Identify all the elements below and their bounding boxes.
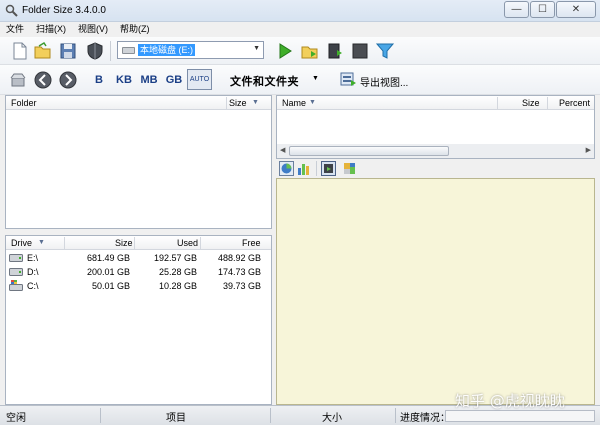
status-divider (100, 408, 101, 423)
drive-name: D:\ (27, 267, 39, 277)
name-column-header[interactable]: Name (282, 96, 306, 110)
export-view-button[interactable]: 导出视图... (360, 74, 408, 89)
export-view-icon[interactable] (340, 71, 357, 88)
folder-tree-panel[interactable]: Folder Size ▼ (5, 95, 272, 229)
hdd-icon (9, 268, 23, 276)
hdd-icon (122, 47, 135, 54)
status-progress-label: 进度情况： (400, 413, 450, 424)
drive-header: Drive ▼ Size Used Free (6, 236, 271, 250)
size-column-header[interactable]: Size (115, 236, 133, 250)
toolbar-separator (316, 161, 317, 176)
header-divider (547, 97, 548, 109)
drive-used: 192.57 GB (153, 253, 197, 263)
size-column-header[interactable]: Size (229, 96, 247, 110)
drive-used: 10.28 GB (158, 281, 197, 291)
status-divider (270, 408, 271, 423)
menu-scan[interactable]: 扫描(X) (36, 22, 66, 37)
sort-arrow-icon: ▼ (38, 239, 45, 246)
status-divider (395, 408, 396, 423)
drive-row[interactable]: E:\ 681.49 GB 192.57 GB 488.92 GB (6, 251, 271, 265)
open-folder-icon[interactable] (33, 41, 53, 61)
pie-chart-icon[interactable] (279, 161, 294, 176)
scroll-left-icon[interactable]: ◀ (280, 146, 285, 154)
drive-row[interactable]: C:\ 50.01 GB 10.28 GB 39.73 GB (6, 279, 271, 293)
scroll-right-icon[interactable]: ▶ (586, 146, 591, 154)
view-toolbar (0, 65, 600, 95)
treemap-icon[interactable] (342, 161, 357, 176)
new-icon[interactable] (10, 41, 30, 61)
drive-column-header[interactable]: Drive (11, 236, 32, 250)
header-divider (64, 237, 65, 249)
drive-size: 50.01 GB (91, 281, 130, 291)
back-arrow-icon[interactable] (33, 70, 53, 90)
menu-help[interactable]: 帮助(Z) (120, 22, 150, 37)
folder-scan-icon[interactable] (300, 41, 320, 61)
scan-play-icon[interactable] (275, 41, 295, 61)
chart-toolbar (276, 160, 595, 178)
save-icon[interactable] (58, 41, 78, 61)
bar-chart-icon[interactable] (296, 161, 311, 176)
app-icon (5, 4, 18, 17)
menu-file[interactable]: 文件 (6, 22, 24, 37)
chevron-down-icon: ▼ (253, 45, 260, 52)
stop-icon[interactable] (350, 41, 370, 61)
drive-name: E:\ (27, 253, 39, 263)
view-mode-dropdown[interactable]: 文件和文件夹 (230, 73, 299, 89)
status-items: 项目 (166, 413, 186, 424)
drive-used: 25.28 GB (158, 267, 197, 277)
hdd-icon (9, 254, 23, 262)
chevron-down-icon[interactable]: ▼ (312, 75, 319, 82)
chart-area[interactable] (276, 178, 595, 405)
drive-select[interactable]: 本地磁盘 (E:) ▼ (117, 41, 264, 59)
size-column-header[interactable]: Size (522, 96, 540, 110)
free-column-header[interactable]: Free (242, 236, 261, 250)
header-divider (200, 237, 201, 249)
unit-kb-button[interactable]: KB (113, 72, 135, 88)
unit-mb-button[interactable]: MB (138, 72, 160, 88)
title-bar: Folder Size 3.4.0.0 — ☐ ✕ (0, 0, 600, 22)
filter-icon[interactable] (375, 41, 395, 61)
folder-column-header[interactable]: Folder (11, 96, 37, 110)
drive-row[interactable]: D:\ 200.01 GB 25.28 GB 174.73 GB (6, 265, 271, 279)
drive-size: 200.01 GB (86, 267, 130, 277)
folder-header: Folder Size ▼ (6, 96, 271, 110)
chart-view-icon[interactable] (321, 161, 336, 176)
horizontal-scrollbar[interactable]: ◀ ▶ (277, 144, 594, 158)
forward-arrow-icon[interactable] (58, 70, 78, 90)
back-drive-icon[interactable] (8, 70, 28, 90)
scrollbar-thumb[interactable] (289, 146, 449, 156)
percent-column-header[interactable]: Percent (559, 96, 590, 110)
status-size: 大小 (322, 413, 342, 424)
drive-free: 174.73 GB (217, 267, 261, 277)
status-state: 空闲 (6, 413, 26, 424)
shield-icon[interactable] (85, 41, 105, 61)
drive-free: 39.73 GB (222, 281, 261, 291)
maximize-button[interactable]: ☐ (530, 1, 555, 18)
sort-arrow-icon: ▼ (252, 99, 259, 106)
menu-bar: 文件 扫描(X) 视图(V) 帮助(Z) (0, 22, 600, 37)
export-data-icon[interactable] (325, 41, 345, 61)
unit-auto-button[interactable]: AUTO (187, 69, 212, 90)
system-drive-icon (9, 280, 23, 291)
progress-bar (445, 410, 595, 422)
detail-header: Name ▼ Size Percent (277, 96, 594, 110)
minimize-button[interactable]: — (504, 1, 529, 18)
close-button[interactable]: ✕ (556, 1, 596, 18)
drive-list-panel[interactable]: Drive ▼ Size Used Free E:\ 681.49 GB 192… (5, 235, 272, 405)
drive-free: 488.92 GB (217, 253, 261, 263)
drive-size: 681.49 GB (86, 253, 130, 263)
header-divider (226, 97, 227, 109)
watermark: 知乎 @虎视眈眈 (455, 392, 565, 410)
sort-arrow-icon: ▼ (309, 99, 316, 106)
unit-b-button[interactable]: B (92, 72, 106, 88)
window-title: Folder Size 3.4.0.0 (22, 5, 106, 16)
toolbar-separator (110, 41, 111, 61)
unit-gb-button[interactable]: GB (163, 72, 185, 88)
drive-name: C:\ (27, 281, 39, 291)
used-column-header[interactable]: Used (177, 236, 198, 250)
menu-view[interactable]: 视图(V) (78, 22, 108, 37)
drive-select-value: 本地磁盘 (E:) (138, 44, 195, 56)
header-divider (134, 237, 135, 249)
header-divider (497, 97, 498, 109)
